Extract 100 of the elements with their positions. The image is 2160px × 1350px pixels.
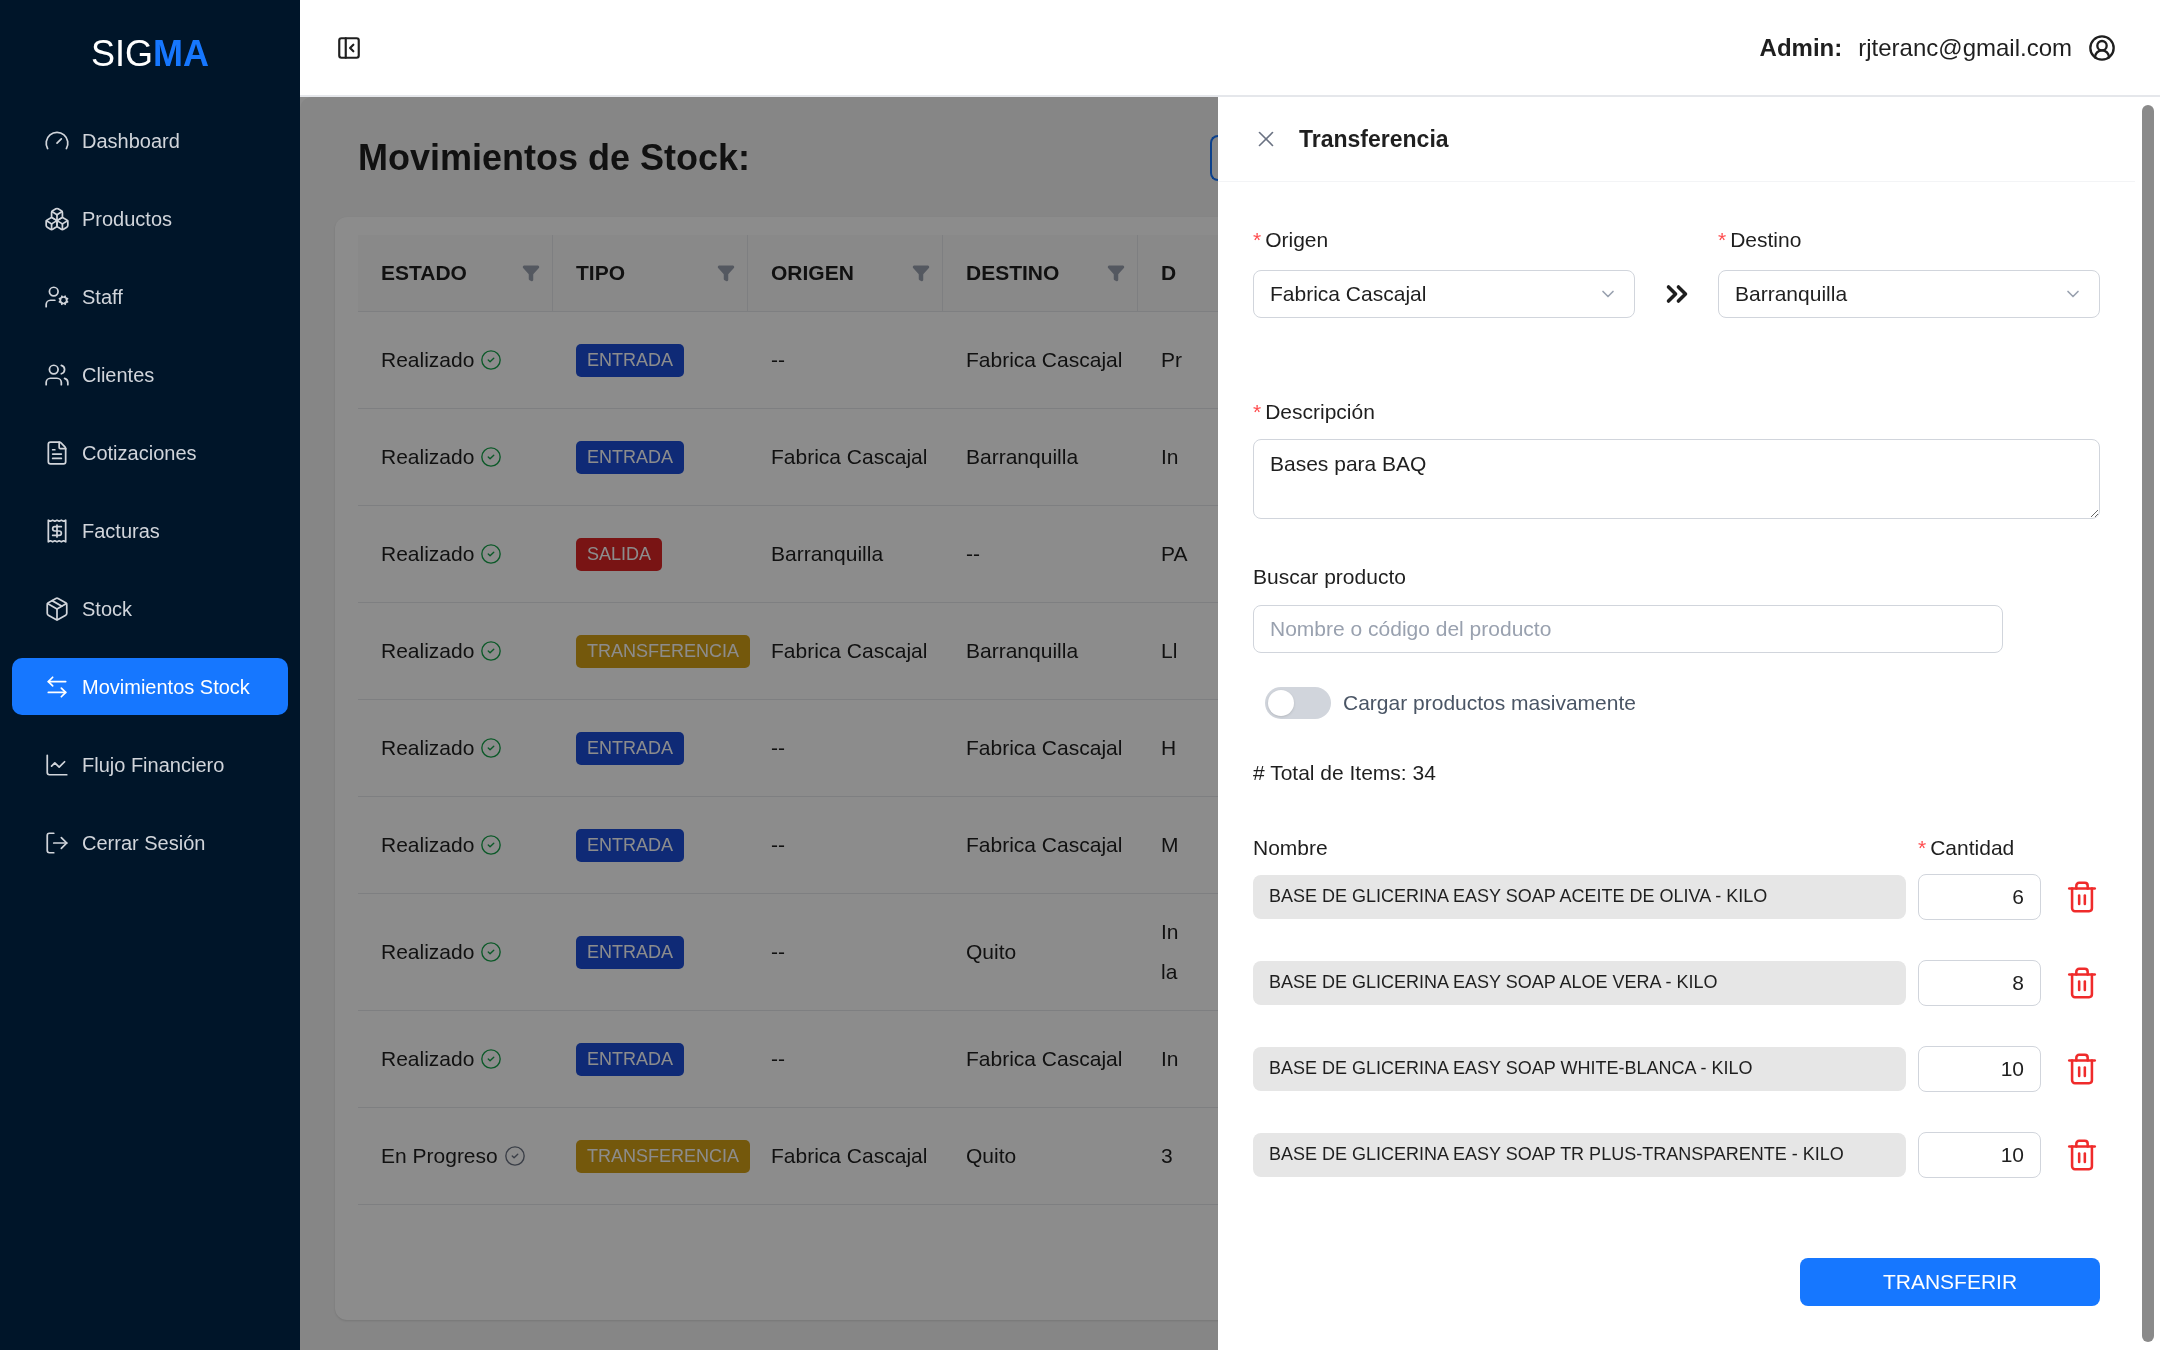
collapse-sidebar-icon[interactable] [336,34,362,61]
table-cell-text: Realizado [381,939,475,966]
logo: SIGMA [91,36,209,72]
table-cell: -- [771,1047,785,1071]
delete-icon[interactable] [2065,965,2099,1000]
column-header: ESTADO [381,260,467,287]
table-cell: Barranquilla [966,639,1079,663]
total-items: # Total de Items: 34 [1253,759,1437,786]
table-cell-text: Realizado [381,735,475,762]
sidebar-item[interactable]: Clientes [12,346,288,403]
type-tag: TRANSFERENCIA [576,1140,750,1173]
table-cell: 3 [1161,1144,1173,1167]
delete-icon[interactable] [2065,879,2099,914]
table-cell: Ll [1161,639,1178,662]
menu-icon [44,361,70,388]
table-cell: H [1161,736,1177,759]
menu-icon [44,205,70,232]
table-cell: Fabrica Cascajal [771,1144,928,1168]
table-cell-text: Realizado [381,347,475,374]
sidebar-item[interactable]: Flujo Financiero [12,736,288,793]
table-cell: -- [771,736,785,760]
column-header: TIPO [576,260,625,287]
delete-icon[interactable] [2065,1137,2099,1172]
table-cell: Fabrica Cascajal [966,736,1123,760]
table-cell: Fabrica Cascajal [966,348,1123,372]
table-cell: Fabrica Cascajal [771,445,928,469]
column-header: D [1161,260,1177,287]
table-cell: Barranquilla [966,445,1079,469]
search-field[interactable]: Nombre o código del producto [1253,604,2003,653]
sidebar-item[interactable]: Cerrar Sesión [12,814,288,871]
type-tag: ENTRADA [576,441,684,474]
quantity-field[interactable]: 8 [1918,959,2041,1006]
table-cell: Fabrica Cascajal [966,1047,1123,1071]
scrollbar[interactable] [2135,97,2160,1350]
required-asterisk: * [1253,399,1262,423]
table-cell-text: Realizado [381,638,475,665]
required-asterisk: * [1918,836,1927,859]
sidebar-item[interactable]: Productos [12,190,288,247]
sidebar-item[interactable]: Facturas [12,502,288,559]
table-cell: -- [771,833,785,857]
toggle-label: Cargar productos masivamente [1343,689,1636,716]
type-tag: ENTRADA [576,1043,684,1076]
required-asterisk: * [1718,228,1727,251]
sidebar-item[interactable]: Movimientos Stock [12,658,288,715]
field-label: * Descripción [1253,398,1376,425]
table-cell: -- [771,940,785,964]
transfer-button[interactable]: TRANSFERIR [1800,1257,2100,1306]
table-cell-text: Realizado [381,1046,475,1073]
table-cell: In la [1161,920,1179,983]
field-label: * Destino [1718,227,1803,253]
type-tag: SALIDA [576,538,663,571]
column-label: * Cantidad [1918,835,2015,861]
table-cell: PA [1161,542,1188,565]
type-tag: ENTRADA [576,829,684,862]
drawer-title: Transferencia [1299,124,1449,154]
table-cell: Fabrica Cascajal [966,833,1123,857]
destination-select[interactable]: Barranquilla [1718,269,2100,318]
product-name-field: BASE DE GLICERINA EASY SOAP WHITE-BLANCA - KILO [1253,1046,1906,1091]
table-cell: Pr [1161,348,1182,371]
user-email: rjteranc@gmail.com [1858,32,2072,63]
quantity-field[interactable]: 6 [1918,873,2041,920]
type-tag: ENTRADA [576,936,684,969]
user-icon[interactable] [2088,33,2116,62]
table-cell: -- [771,348,785,372]
product-name-field: BASE DE GLICERINA EASY SOAP ACEITE DE OLIVA - KILO [1253,874,1906,919]
type-tag: TRANSFERENCIA [576,635,750,668]
quantity-field[interactable]: 10 [1918,1045,2041,1092]
menu-icon [44,439,70,466]
table-cell-text: Realizado [381,541,475,568]
sidebar-item[interactable]: Cotizaciones [12,424,288,481]
menu-icon [44,283,70,310]
required-asterisk: * [1253,228,1262,251]
toggle-switch[interactable] [1265,686,1331,719]
user-role: Admin: [1759,32,1843,63]
menu-icon [44,751,70,778]
column-label: Nombre [1253,835,1329,861]
menu-icon [44,595,70,622]
table-cell: M [1161,833,1179,856]
delete-icon[interactable] [2065,1051,2099,1086]
column-header: DESTINO [966,260,1060,287]
type-tag: ENTRADA [576,732,684,765]
origin-select[interactable]: Fabrica Cascajal [1253,269,1635,318]
field-label: * Origen [1253,227,1330,253]
sidebar-item[interactable]: Staff [12,268,288,325]
sidebar-item[interactable]: Stock [12,580,288,637]
table-cell: In [1161,445,1179,468]
sidebar-item[interactable]: Dashboard [12,112,288,169]
table-cell-text: Realizado [381,444,475,471]
table-cell: In [1161,1047,1179,1070]
field-label: Buscar producto [1253,564,1407,590]
table-cell-text: Realizado [381,832,475,859]
table-cell: Quito [966,1144,1017,1168]
quantity-field[interactable]: 10 [1918,1131,2041,1178]
table-cell-text: En Progreso [381,1143,498,1170]
product-name-field: BASE DE GLICERINA EASY SOAP ALOE VERA - KILO [1253,960,1906,1005]
product-name-field: BASE DE GLICERINA EASY SOAP TR PLUS-TRANSPARENTE - KILO [1253,1132,1906,1177]
description-field[interactable]: Bases para BAQ [1253,439,2100,519]
column-header: ORIGEN [771,260,854,287]
table-cell: Barranquilla [771,542,884,566]
table-cell: -- [966,542,980,566]
